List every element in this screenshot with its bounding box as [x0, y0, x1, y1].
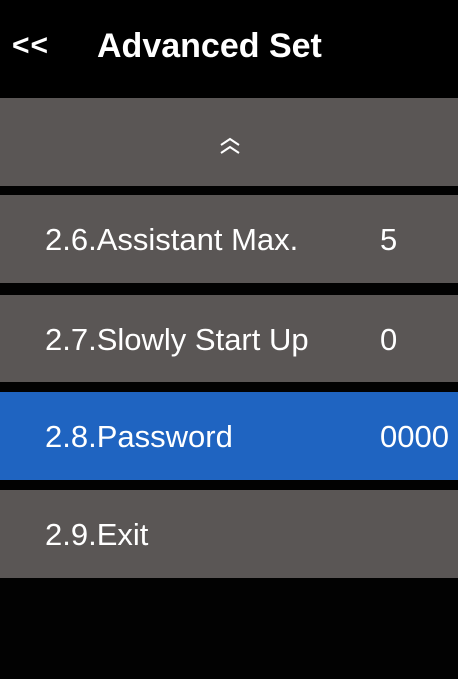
menu-item-password[interactable]: 2.8.Password 0000 [0, 392, 458, 480]
menu-item-label: 2.6.Assistant Max. [45, 222, 299, 257]
back-button[interactable]: << [12, 31, 49, 61]
header-bar: << Advanced Set [0, 0, 458, 98]
menu-item-value: 0 [380, 322, 398, 357]
page-title: Advanced Set [97, 27, 322, 65]
double-chevron-up-icon [220, 137, 240, 154]
menu-item-exit[interactable]: 2.9.Exit [0, 490, 458, 578]
menu-item-label: 2.9.Exit [45, 517, 149, 552]
menu-item-label: 2.8.Password [45, 419, 233, 454]
scroll-up-button[interactable] [0, 98, 458, 186]
menu-item-assistant-max[interactable]: 2.6.Assistant Max. 5 [0, 195, 458, 283]
settings-screen: << Advanced Set 2.6.Assistant Max. 5 2.7… [0, 0, 458, 679]
menu-item-value: 0000 [380, 419, 449, 454]
menu-item-slowly-start-up[interactable]: 2.7.Slowly Start Up 0 [0, 295, 458, 382]
menu-item-value: 5 [380, 222, 398, 257]
menu-item-label: 2.7.Slowly Start Up [45, 322, 309, 357]
